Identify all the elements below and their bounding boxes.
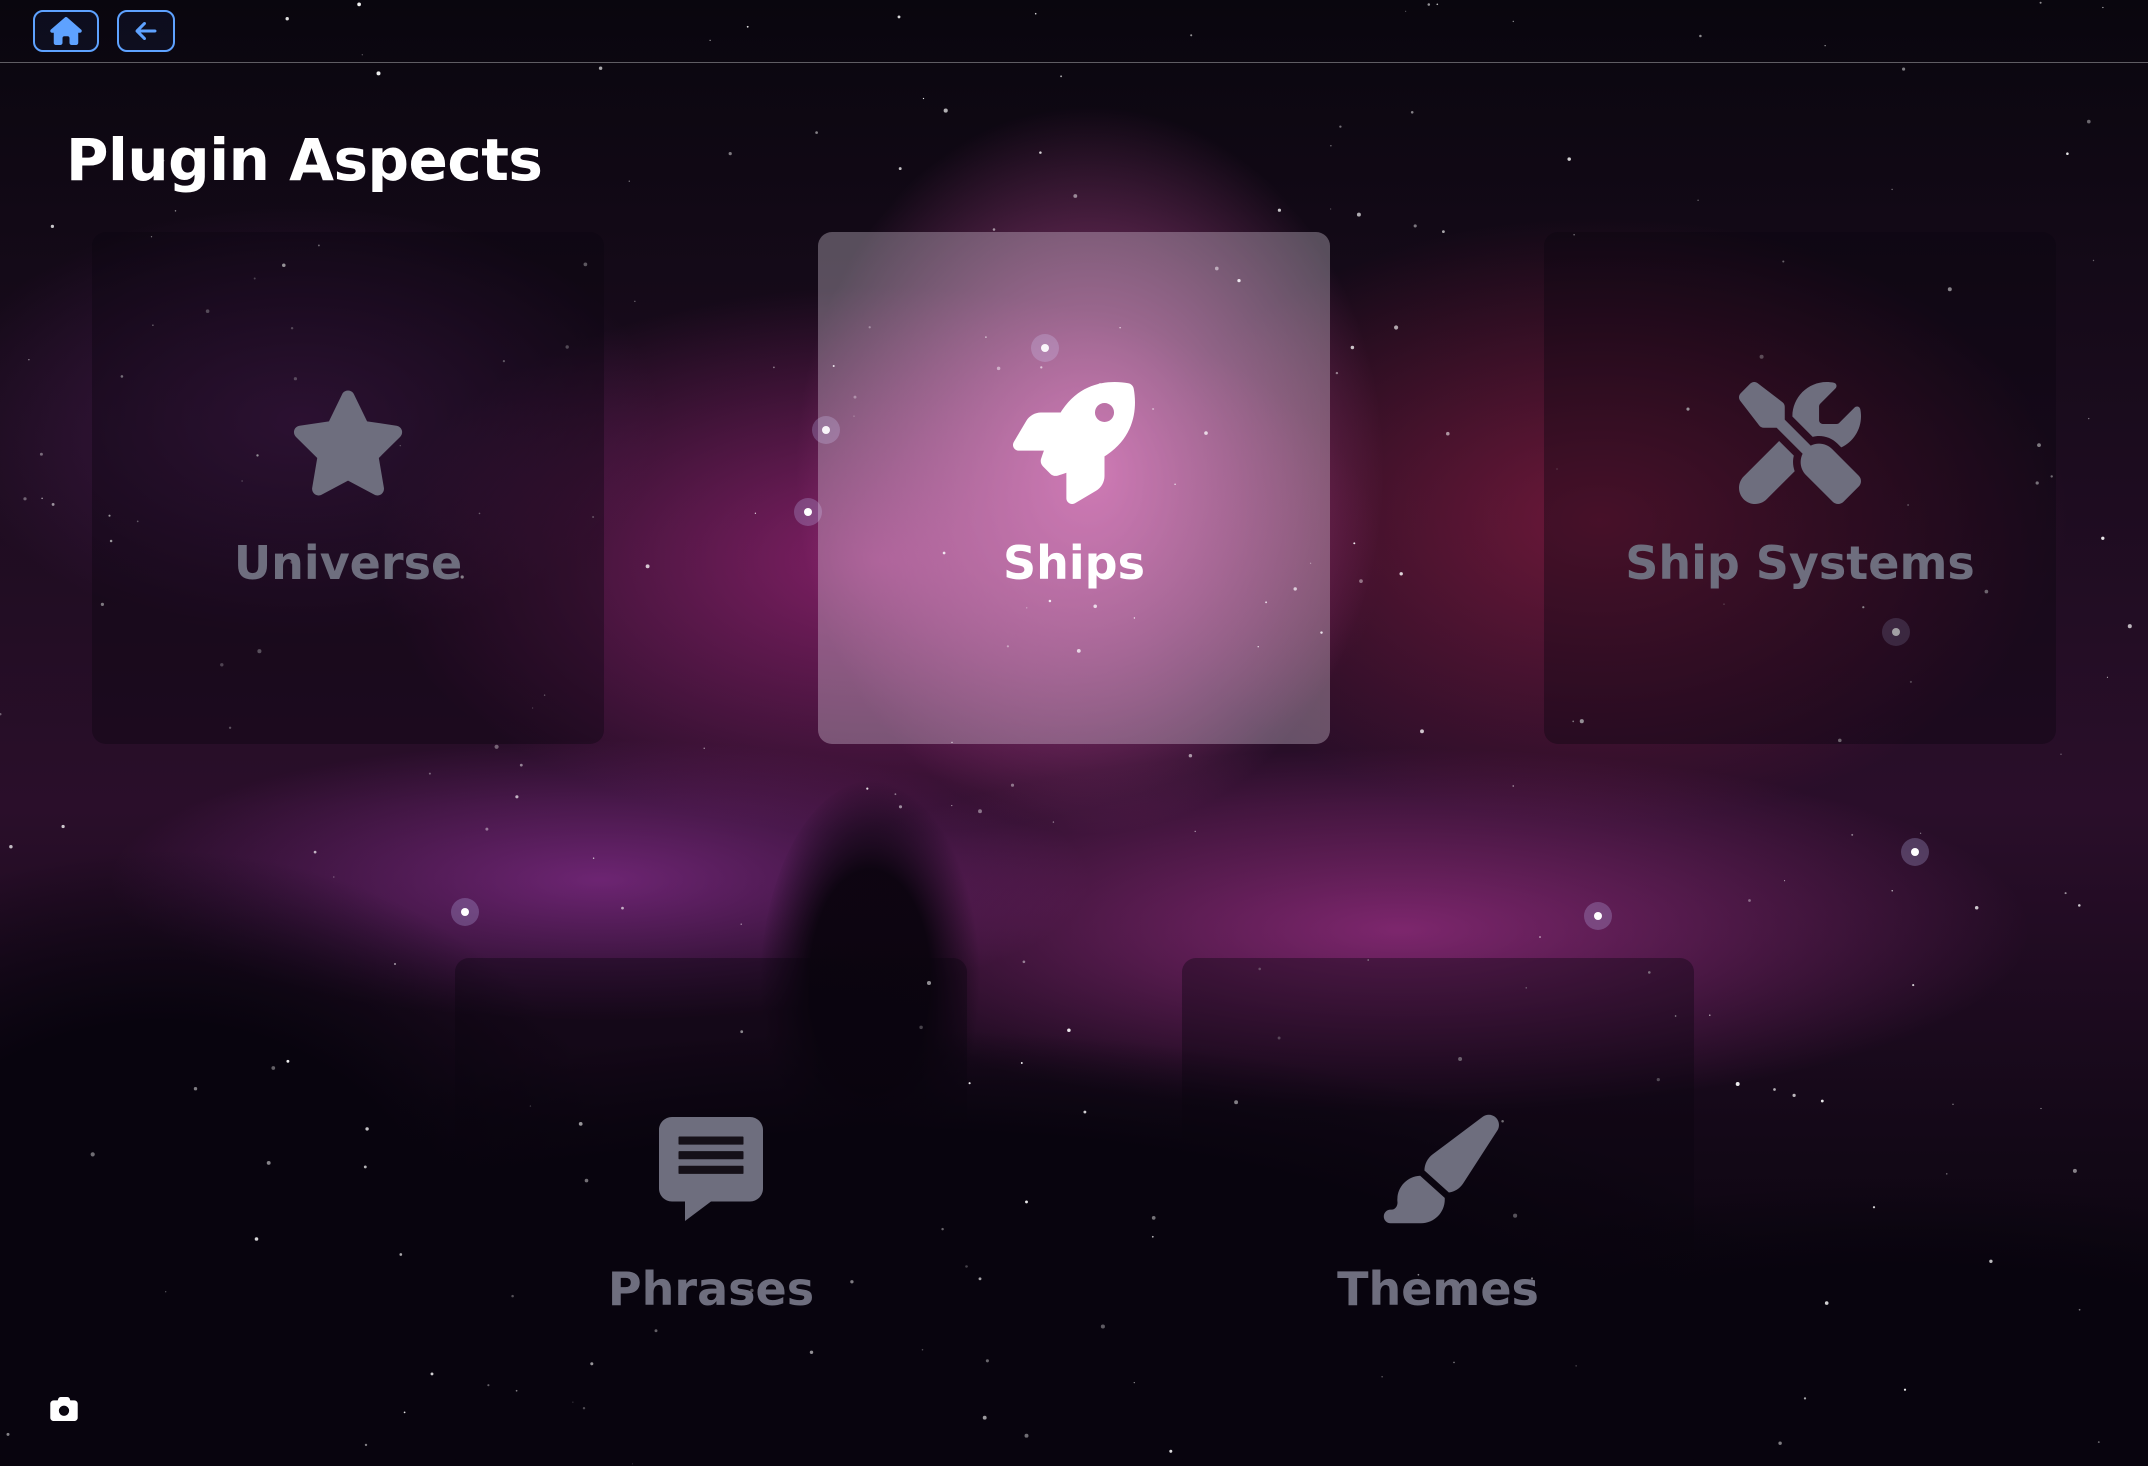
page-title: Plugin Aspects xyxy=(66,126,543,194)
tile-label: Universe xyxy=(233,536,463,590)
tile-label: Ship Systems xyxy=(1625,536,1975,590)
tile-themes[interactable]: Themes xyxy=(1182,958,1694,1466)
tile-universe[interactable]: Universe xyxy=(92,232,604,744)
screenshot-button[interactable] xyxy=(50,1396,78,1422)
tile-ships[interactable]: Ships xyxy=(818,232,1330,744)
home-button[interactable] xyxy=(33,10,99,52)
camera-icon xyxy=(50,1397,78,1421)
tile-label: Ships xyxy=(1003,536,1145,590)
arrow-left-icon xyxy=(135,21,157,41)
tile-label: Phrases xyxy=(607,1262,815,1316)
home-icon xyxy=(50,17,82,45)
tile-phrases[interactable]: Phrases xyxy=(455,958,967,1466)
star-icon xyxy=(293,390,403,496)
paint-brush-icon xyxy=(1383,1114,1499,1224)
message-icon xyxy=(659,1117,763,1221)
rocket-icon xyxy=(1013,382,1135,504)
tile-label: Themes xyxy=(1337,1262,1539,1316)
tools-icon xyxy=(1739,382,1861,504)
tile-ship-systems[interactable]: Ship Systems xyxy=(1544,232,2056,744)
top-bar xyxy=(0,0,2148,63)
back-button[interactable] xyxy=(117,10,175,52)
